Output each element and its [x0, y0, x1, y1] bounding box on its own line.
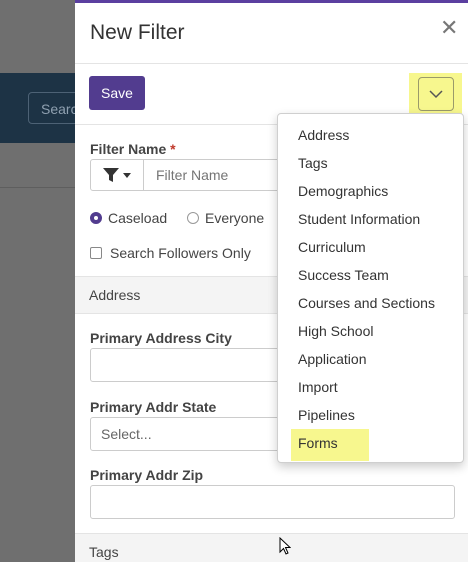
save-button[interactable]: Save — [89, 76, 145, 110]
tags-section-header: Tags — [75, 533, 468, 562]
radio-everyone-label: Everyone — [205, 210, 265, 226]
header-divider — [75, 63, 468, 64]
add-section-menu: Address Tags Demographics Student Inform… — [277, 113, 464, 463]
search-followers-label: Search Followers Only — [110, 245, 251, 261]
zip-label: Primary Addr Zip — [90, 467, 204, 483]
zip-input[interactable] — [90, 485, 455, 519]
city-label: Primary Address City — [90, 330, 232, 346]
radio-unselected-indicator — [187, 212, 199, 224]
funnel-icon — [103, 168, 119, 182]
radio-caseload-label: Caseload — [108, 210, 168, 226]
tags-section-title: Tags — [89, 544, 119, 560]
add-section-dropdown-toggle[interactable] — [418, 77, 454, 111]
menu-item-high-school[interactable]: High School — [298, 323, 374, 339]
search-followers-checkbox-row[interactable]: Search Followers Only — [90, 245, 251, 261]
menu-item-success-team[interactable]: Success Team — [298, 267, 389, 283]
required-mark: * — [170, 141, 176, 157]
menu-item-curriculum[interactable]: Curriculum — [298, 239, 366, 255]
background-divider — [0, 187, 75, 188]
search-followers-checkbox[interactable] — [90, 247, 102, 259]
menu-item-pipelines[interactable]: Pipelines — [298, 407, 355, 423]
radio-selected-indicator — [90, 212, 102, 224]
state-label: Primary Addr State — [90, 399, 217, 415]
filter-name-label: Filter Name * — [90, 141, 176, 157]
filter-type-dropdown[interactable] — [91, 160, 144, 190]
mouse-cursor-icon — [279, 537, 291, 555]
menu-item-import[interactable]: Import — [298, 379, 338, 395]
menu-item-demographics[interactable]: Demographics — [298, 183, 388, 199]
menu-item-forms[interactable]: Forms — [298, 435, 338, 451]
menu-item-address[interactable]: Address — [298, 127, 349, 143]
radio-caseload[interactable]: Caseload — [90, 210, 167, 226]
menu-item-application[interactable]: Application — [298, 351, 367, 367]
menu-item-courses-and-sections[interactable]: Courses and Sections — [298, 295, 435, 311]
caret-down-icon — [123, 172, 131, 178]
radio-everyone[interactable]: Everyone — [187, 210, 264, 226]
close-icon[interactable]: ✕ — [440, 17, 458, 39]
menu-item-student-information[interactable]: Student Information — [298, 211, 420, 227]
panel-title: New Filter — [90, 21, 185, 44]
menu-item-tags[interactable]: Tags — [298, 155, 328, 171]
address-section-title: Address — [89, 287, 141, 303]
chevron-down-icon — [429, 89, 443, 98]
